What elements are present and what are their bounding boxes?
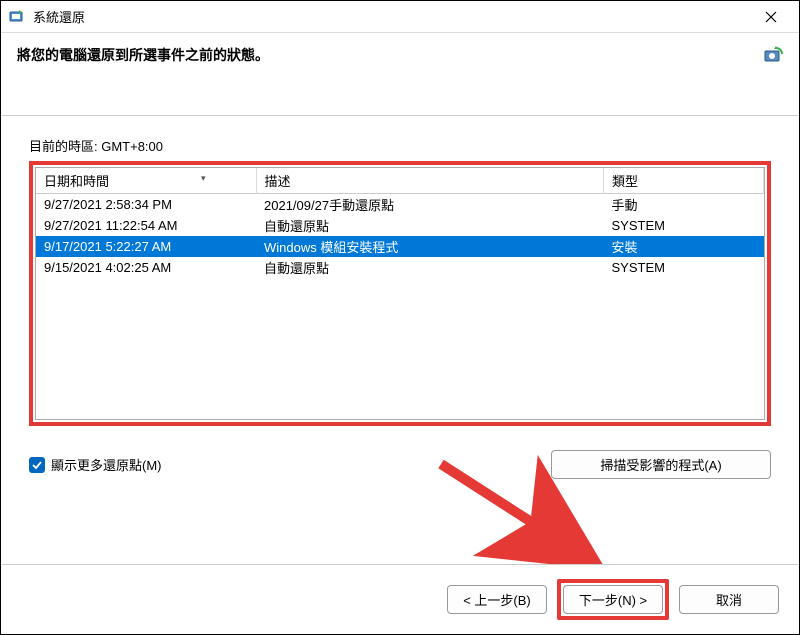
column-header-date[interactable]: 日期和時間 ▾ — [36, 168, 256, 194]
cell-desc: 2021/09/27手動還原點 — [256, 194, 604, 216]
window-title: 系統還原 — [33, 7, 751, 26]
cell-date: 9/15/2021 4:02:25 AM — [36, 257, 256, 278]
content-area: 目前的時區: GMT+8:00 日期和時間 ▾ 描述 類型 9/27/2021 … — [1, 116, 799, 497]
show-more-checkbox-wrap[interactable]: 顯示更多還原點(M) — [29, 455, 162, 474]
table-row[interactable]: 9/15/2021 4:02:25 AM自動還原點SYSTEM — [36, 257, 764, 278]
sort-indicator-icon: ▾ — [201, 173, 206, 184]
cell-desc: 自動還原點 — [256, 215, 604, 236]
table-row[interactable]: 9/27/2021 2:58:34 PM2021/09/27手動還原點手動 — [36, 194, 764, 216]
column-header-desc[interactable]: 描述 — [256, 168, 604, 194]
timezone-label: 目前的時區: GMT+8:00 — [29, 136, 771, 155]
cell-desc: 自動還原點 — [256, 257, 604, 278]
cell-desc: Windows 模組安裝程式 — [256, 236, 604, 257]
column-header-type[interactable]: 類型 — [604, 168, 764, 194]
table-row[interactable]: 9/17/2021 5:22:27 AMWindows 模組安裝程式安裝 — [36, 236, 764, 257]
cell-date: 9/17/2021 5:22:27 AM — [36, 236, 256, 257]
column-header-date-label: 日期和時間 — [44, 174, 109, 189]
close-button[interactable] — [751, 3, 791, 31]
title-bar: 系統還原 — [1, 1, 799, 33]
app-icon — [9, 9, 25, 25]
back-button[interactable]: < 上一步(B) — [447, 585, 547, 614]
restore-points-highlight: 日期和時間 ▾ 描述 類型 9/27/2021 2:58:34 PM2021/0… — [29, 161, 771, 426]
table-row[interactable]: 9/27/2021 11:22:54 AM自動還原點SYSTEM — [36, 215, 764, 236]
restore-icon — [763, 45, 783, 65]
wizard-footer: < 上一步(B) 下一步(N) > 取消 — [1, 564, 799, 634]
cancel-button[interactable]: 取消 — [679, 585, 779, 614]
next-button-highlight: 下一步(N) > — [557, 579, 669, 620]
show-more-label: 顯示更多還原點(M) — [51, 455, 162, 474]
cell-type: 手動 — [604, 194, 764, 216]
restore-points-table-wrap: 日期和時間 ▾ 描述 類型 9/27/2021 2:58:34 PM2021/0… — [35, 167, 765, 420]
show-more-checkbox[interactable] — [29, 457, 45, 473]
options-row: 顯示更多還原點(M) 掃描受影響的程式(A) — [29, 450, 771, 497]
cell-type: SYSTEM — [604, 215, 764, 236]
cell-type: 安裝 — [604, 236, 764, 257]
cell-date: 9/27/2021 11:22:54 AM — [36, 215, 256, 236]
next-button[interactable]: 下一步(N) > — [563, 585, 663, 614]
page-subtitle: 將您的電腦還原到所選事件之前的狀態。 — [17, 45, 269, 65]
restore-points-table: 日期和時間 ▾ 描述 類型 9/27/2021 2:58:34 PM2021/0… — [36, 168, 764, 278]
scan-affected-button[interactable]: 掃描受影響的程式(A) — [551, 450, 771, 479]
table-header-row: 日期和時間 ▾ 描述 類型 — [36, 168, 764, 194]
cell-type: SYSTEM — [604, 257, 764, 278]
header-area: 將您的電腦還原到所選事件之前的狀態。 — [1, 33, 799, 116]
cell-date: 9/27/2021 2:58:34 PM — [36, 194, 256, 216]
